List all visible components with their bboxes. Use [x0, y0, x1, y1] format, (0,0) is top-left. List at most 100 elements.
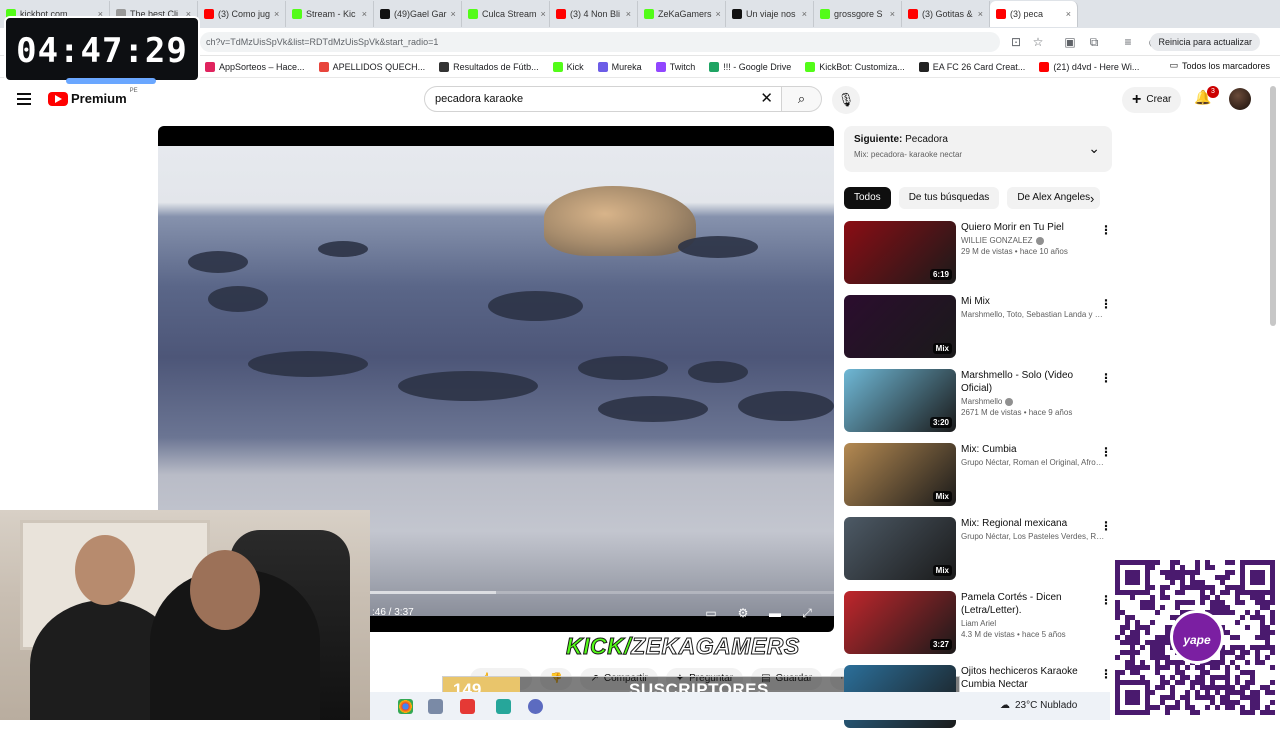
restart-update-button[interactable]: Reinicia para actualizar [1150, 33, 1260, 51]
video-channel[interactable]: Grupo Néctar, Los Pasteles Verdes, Rom..… [961, 532, 1106, 541]
tab-close-icon[interactable]: × [451, 9, 456, 19]
recommended-video-item[interactable]: 3:27 Pamela Cortés - Dicen (Letra/Letter)… [844, 591, 1114, 663]
app3-taskbar-icon[interactable] [528, 699, 543, 714]
video-channel[interactable]: Marshmello [961, 397, 1106, 406]
video-title[interactable]: Pamela Cortés - Dicen (Letra/Letter). [961, 591, 1106, 617]
tab-close-icon[interactable]: × [274, 9, 279, 19]
bookmark-item[interactable]: AppSorteos – Hace... [205, 61, 305, 72]
video-thumbnail[interactable]: Mix [844, 517, 956, 580]
youtube-premium-logo[interactable]: Premium PE [48, 88, 138, 106]
tab-close-icon[interactable]: × [541, 9, 546, 19]
chevron-down-icon[interactable]: ⌄ [1088, 140, 1100, 157]
extension-icon[interactable]: ▣ [1062, 34, 1078, 50]
browser-tab[interactable]: grossgore S × [814, 1, 902, 27]
settings-gear-icon[interactable]: ⚙ [734, 604, 752, 622]
qr-module [1240, 615, 1245, 620]
page-scrollbar[interactable] [1270, 86, 1276, 326]
recommended-video-item[interactable]: 6:19 Quiero Morir en Tu Piel WILLIE GONZAL… [844, 221, 1114, 293]
bookmark-item[interactable]: !!! - Google Drive [709, 61, 791, 72]
chip-from-searches[interactable]: De tus búsquedas [898, 187, 1000, 209]
recommended-video-item[interactable]: 3:20 Marshmello - Solo (Video Oficial) Mar… [844, 369, 1114, 441]
puzzle-icon[interactable]: ⧉ [1086, 34, 1102, 50]
video-thumbnail[interactable]: 3:27 [844, 591, 956, 654]
browser-tab[interactable]: Un viaje nos × [726, 1, 814, 27]
bookmark-star-icon[interactable]: ☆ [1030, 34, 1046, 50]
qr-module [1125, 615, 1130, 620]
app2-taskbar-icon[interactable] [496, 699, 511, 714]
tab-favicon-icon [996, 9, 1006, 19]
hamburger-menu-icon[interactable] [17, 93, 31, 105]
qr-module [1260, 605, 1265, 610]
video-title[interactable]: Quiero Morir en Tu Piel [961, 221, 1106, 234]
notifications-bell-icon[interactable]: 🔔 3 [1193, 86, 1219, 109]
search-button[interactable]: ⌕ [782, 86, 822, 112]
bookmark-item[interactable]: Mureka [597, 61, 642, 72]
up-next-panel[interactable]: Siguiente: Pecadora Mix: pecadora- karao… [844, 126, 1112, 172]
account-avatar[interactable] [1229, 88, 1251, 110]
browser-tab[interactable]: Stream - Kic × [286, 1, 374, 27]
bookmark-item[interactable]: Resultados de Fútb... [439, 61, 539, 72]
tab-close-icon[interactable]: × [626, 9, 631, 19]
tab-close-icon[interactable]: × [978, 9, 983, 19]
video-title[interactable]: Ojitos hechiceros Karaoke Cumbia Nectar [961, 665, 1106, 691]
create-button[interactable]: + Crear [1122, 87, 1182, 113]
bookmark-item[interactable]: Twitch [655, 61, 695, 72]
more-options-icon[interactable]: ⋮ [1100, 371, 1112, 385]
bookmark-item[interactable]: Kick [552, 61, 584, 72]
video-thumbnail[interactable]: Mix [844, 295, 956, 358]
browser-tab[interactable]: (3) Como jug × [198, 1, 286, 27]
tab-close-icon[interactable]: × [362, 9, 367, 19]
weather-widget[interactable]: ☁ 23°C Nublado [1000, 700, 1077, 711]
browser-tab[interactable]: ZeKaGamers × [638, 1, 726, 27]
video-title[interactable]: Mi Mix [961, 295, 1106, 308]
tab-close-icon[interactable]: × [890, 9, 895, 19]
video-thumbnail[interactable]: 6:19 [844, 221, 956, 284]
video-title[interactable]: Mix: Regional mexicana [961, 517, 1106, 530]
app-taskbar-icon[interactable] [428, 699, 443, 714]
video-title[interactable]: Mix: Cumbia [961, 443, 1106, 456]
video-channel[interactable]: WILLIE GONZALEZ [961, 236, 1106, 245]
browser-tab[interactable]: (3) 4 Non Bli × [550, 1, 638, 27]
address-bar[interactable]: ch?v=TdMzUisSpVk&list=RDTdMzUisSpVk&star… [200, 32, 1000, 52]
browser-tab[interactable]: (49)Gael Gar × [374, 1, 462, 27]
fullscreen-icon[interactable]: ⤢ [798, 604, 816, 622]
tab-close-icon[interactable]: × [802, 9, 807, 19]
tab-close-icon[interactable]: × [716, 9, 721, 19]
bookmark-item[interactable]: (21) d4vd - Here Wi... [1039, 61, 1139, 72]
video-channel[interactable]: Liam Ariel [961, 619, 1106, 628]
chrome-taskbar-icon[interactable] [398, 699, 413, 714]
chevron-right-icon[interactable]: › [1090, 191, 1094, 206]
more-options-icon[interactable]: ⋮ [1100, 223, 1112, 237]
chip-all[interactable]: Todos [844, 187, 891, 209]
browser-tab[interactable]: (3) peca × [990, 1, 1078, 27]
install-icon[interactable]: ⊡ [1008, 34, 1024, 50]
browser-tab[interactable]: Culca Stream × [462, 1, 550, 27]
obs-taskbar-icon[interactable] [460, 699, 475, 714]
browser-tab[interactable]: (3) Gotitas & × [902, 1, 990, 27]
bookmark-item[interactable]: APELLIDOS QUECH... [318, 61, 425, 72]
more-options-icon[interactable]: ⋮ [1100, 519, 1112, 533]
video-channel[interactable]: Marshmello, Toto, Sebastian Landa y mu..… [961, 310, 1106, 319]
search-input[interactable]: pecadora karaoke ✕ [424, 86, 782, 112]
recommended-video-item[interactable]: Mix Mix: Cumbia Grupo Néctar, Roman el Ori… [844, 443, 1114, 515]
subtitles-icon[interactable]: ▭ [702, 604, 720, 622]
clear-search-icon[interactable]: ✕ [760, 87, 773, 111]
chip-from-channel[interactable]: De Alex Angeles [1007, 187, 1101, 209]
more-options-icon[interactable]: ⋮ [1100, 297, 1112, 311]
more-options-icon[interactable]: ⋮ [1100, 445, 1112, 459]
video-thumbnail[interactable]: Mix [844, 443, 956, 506]
video-title[interactable]: Marshmello - Solo (Video Oficial) [961, 369, 1106, 395]
recommended-video-item[interactable]: Mix Mi Mix Marshmello, Toto, Sebastian Lan… [844, 295, 1114, 367]
video-thumbnail[interactable]: 3:20 [844, 369, 956, 432]
video-channel[interactable]: Grupo Néctar, Roman el Original, Afrodis… [961, 458, 1106, 467]
theater-mode-icon[interactable]: ▬ [766, 604, 784, 622]
bookmark-item[interactable]: KickBot: Customiza... [805, 61, 905, 72]
qr-module [1125, 690, 1140, 705]
recommended-video-item[interactable]: Mix Mix: Regional mexicana Grupo Néctar, L… [844, 517, 1114, 589]
media-icon[interactable]: ≡ [1120, 34, 1136, 50]
voice-search-icon[interactable]: 🎙 [832, 86, 860, 114]
bookmark-item[interactable]: EA FC 26 Card Creat... [918, 61, 1025, 72]
verified-check-icon [1035, 236, 1044, 245]
tab-close-icon[interactable]: × [1066, 9, 1071, 19]
all-bookmarks-folder[interactable]: ▭ Todos los marcadores [1169, 60, 1270, 71]
